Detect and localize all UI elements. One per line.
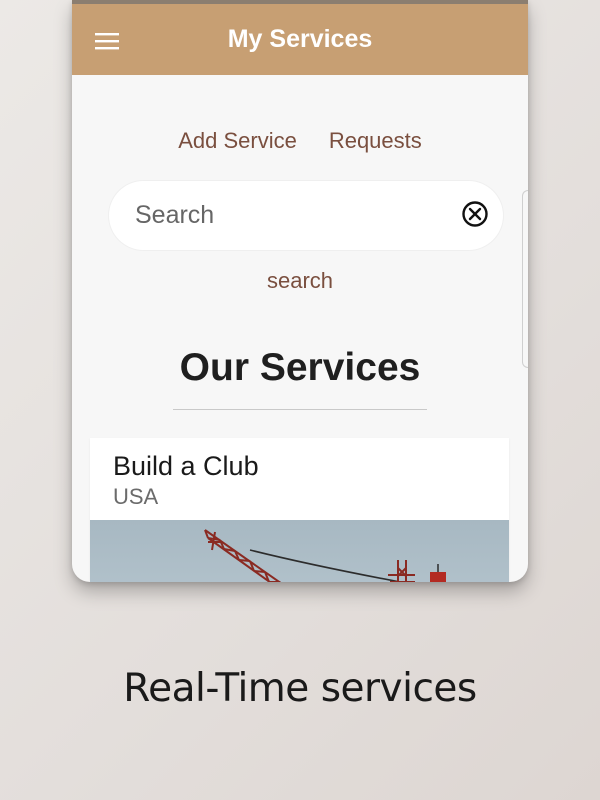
search-bar <box>109 181 503 250</box>
service-image <box>90 520 509 582</box>
clear-circle-icon <box>461 200 489 233</box>
search-button[interactable]: search <box>72 266 528 296</box>
hamburger-menu-icon <box>95 32 119 50</box>
service-location: USA <box>113 484 159 509</box>
add-service-button[interactable]: Add Service <box>178 124 297 158</box>
phone-screen: My Services Add Service Requests search … <box>72 0 528 582</box>
clear-search-button[interactable] <box>461 200 489 233</box>
promo-caption: Real-Time services <box>123 666 477 711</box>
section-title: Our Services <box>179 346 421 389</box>
service-title: Build a Club <box>113 451 259 481</box>
app-title: My Services <box>227 25 373 53</box>
app-bar: My Services <box>72 4 528 75</box>
section-divider <box>173 409 427 410</box>
menu-button[interactable] <box>88 22 126 60</box>
search-input[interactable] <box>135 181 445 250</box>
requests-button[interactable]: Requests <box>329 124 422 158</box>
service-card[interactable]: Build a Club USA <box>90 438 509 582</box>
action-links: Add Service Requests <box>72 124 528 158</box>
